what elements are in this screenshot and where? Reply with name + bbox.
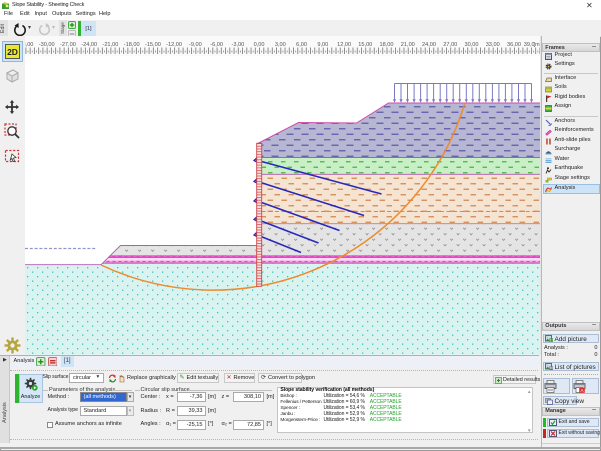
svg-text:3,00: 3,00 <box>274 42 285 48</box>
svg-text:-12,00: -12,00 <box>166 42 182 48</box>
svg-text:-21,00: -21,00 <box>102 42 118 48</box>
svg-text:-15,00: -15,00 <box>144 42 160 48</box>
svg-text:-9,00: -9,00 <box>189 42 202 48</box>
svg-text:-24,00: -24,00 <box>81 42 97 48</box>
svg-text:A: A <box>580 388 583 393</box>
svg-text:0,00: 0,00 <box>253 42 264 48</box>
svg-text:27,00: 27,00 <box>443 42 457 48</box>
svg-text:21,00: 21,00 <box>400 42 414 48</box>
svg-text:15,00: 15,00 <box>358 42 372 48</box>
svg-text:36,00: 36,00 <box>507 42 521 48</box>
svg-text:9,00: 9,00 <box>317 42 328 48</box>
svg-text:-6,00: -6,00 <box>210 42 223 48</box>
svg-text:12,00: 12,00 <box>337 42 351 48</box>
svg-text:33,00: 33,00 <box>485 42 499 48</box>
svg-text:18,00: 18,00 <box>379 42 393 48</box>
svg-text:30,00: 30,00 <box>464 42 478 48</box>
svg-text:-33,00: -33,00 <box>25 42 33 48</box>
svg-text:-30,00: -30,00 <box>38 42 54 48</box>
svg-text:-3,00: -3,00 <box>231 42 244 48</box>
svg-text:-27,00: -27,00 <box>59 42 75 48</box>
svg-text:6,00: 6,00 <box>296 42 307 48</box>
svg-text:-18,00: -18,00 <box>123 42 139 48</box>
svg-text:2D: 2D <box>7 47 18 57</box>
svg-text:24,00: 24,00 <box>422 42 436 48</box>
